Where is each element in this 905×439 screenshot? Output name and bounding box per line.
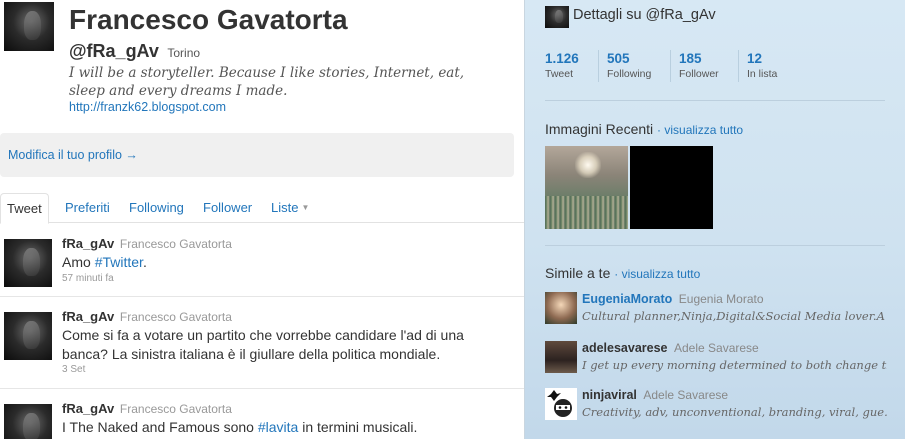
- tweet-text-part: in termini musicali.: [298, 419, 418, 435]
- similar-user-handle[interactable]: ninjaviral: [582, 388, 637, 402]
- edit-profile-link[interactable]: Modifica il tuo profilo →: [8, 148, 138, 162]
- tweet-timestamp[interactable]: 3 Set: [62, 364, 85, 375]
- similar-user-bio: I get up every morning determined to bot…: [582, 358, 887, 372]
- tab-liste[interactable]: Liste ▼: [265, 193, 315, 223]
- tweet-author-handle[interactable]: fRa_gAv: [62, 401, 114, 416]
- stat-follower[interactable]: 185 Follower: [679, 51, 719, 80]
- tweet-avatar[interactable]: [4, 239, 52, 287]
- similar-user-header: ninjaviral Adele Savarese: [582, 388, 728, 402]
- stat-divider: [598, 50, 599, 82]
- tab-liste-label: Liste: [271, 200, 299, 215]
- section-divider: [545, 245, 885, 246]
- stat-following-count: 505: [607, 51, 630, 66]
- tweet-item[interactable]: fRa_gAv Francesco Gavatorta Amo #Twitter…: [0, 224, 524, 297]
- similar-user-name: Eugenia Morato: [678, 292, 764, 306]
- stat-divider: [738, 50, 739, 82]
- similar-user-bio: Creativity, adv, unconventional, brandin…: [582, 405, 887, 419]
- hashtag-link[interactable]: #Twitter: [95, 254, 143, 270]
- similar-user-avatar[interactable]: [545, 341, 577, 373]
- tweet-author-handle[interactable]: fRa_gAv: [62, 309, 114, 324]
- section-divider: [545, 100, 885, 101]
- tweet-timestamp[interactable]: 57 minuti fa: [62, 273, 114, 284]
- profile-sidebar: Dettagli su @fRa_gAv 1.126 Tweet 505 Fol…: [524, 0, 905, 439]
- stat-tweet[interactable]: 1.126 Tweet: [545, 51, 579, 80]
- stat-following[interactable]: 505 Following: [607, 51, 651, 80]
- hashtag-link[interactable]: #lavita: [258, 419, 298, 435]
- stat-listed-count: 12: [747, 51, 763, 66]
- tab-preferiti[interactable]: Preferiti: [59, 193, 116, 223]
- profile-handle: @fRa_gAv: [69, 41, 159, 61]
- similar-user-header: adelesavarese Adele Savarese: [582, 341, 759, 355]
- tweet-header: fRa_gAv Francesco Gavatorta: [62, 236, 232, 251]
- tweet-text-part: .: [142, 254, 147, 270]
- similar-title: Simile a te: [545, 265, 611, 281]
- tweet-text: Come si fa a votare un partito che vorre…: [62, 327, 464, 362]
- tweet-text-part: Amo: [62, 254, 95, 270]
- tab-tweet[interactable]: Tweet: [0, 193, 49, 224]
- similar-view-all-link[interactable]: · visualizza tutto: [614, 267, 700, 281]
- profile-avatar[interactable]: [4, 2, 54, 51]
- recent-image-thumbnail[interactable]: [630, 146, 713, 229]
- tab-follower[interactable]: Follower: [197, 193, 258, 223]
- recent-images-title: Immagini Recenti: [545, 121, 654, 137]
- profile-handle-row: @fRa_gAv Torino: [69, 41, 200, 62]
- stat-divider: [670, 50, 671, 82]
- tweet-item[interactable]: fRa_gAv Francesco Gavatorta I The Naked …: [0, 389, 524, 439]
- stat-listed[interactable]: 12 In lista: [747, 51, 777, 80]
- details-title: Dettagli su @fRa_gAv: [573, 7, 716, 23]
- profile-main-column: Francesco Gavatorta @fRa_gAv Torino I wi…: [0, 0, 524, 439]
- recent-images-header: Immagini Recenti · visualizza tutto: [545, 121, 743, 137]
- profile-name: Francesco Gavatorta: [69, 4, 348, 35]
- similar-user-name: Adele Savarese: [673, 341, 759, 355]
- recent-image-thumbnail[interactable]: [545, 146, 628, 229]
- stat-follower-label: Follower: [679, 68, 719, 80]
- recent-images-view-all-link[interactable]: · visualizza tutto: [657, 123, 743, 137]
- tweet-item[interactable]: fRa_gAv Francesco Gavatorta Come si fa a…: [0, 297, 524, 389]
- stat-tweet-label: Tweet: [545, 68, 574, 80]
- tweet-header: fRa_gAv Francesco Gavatorta: [62, 309, 232, 324]
- tweet-author-name: Francesco Gavatorta: [119, 310, 232, 324]
- tweet-avatar[interactable]: [4, 312, 52, 360]
- similar-user-bio: Cultural planner,Ninja,Digital&Social Me…: [582, 309, 887, 323]
- profile-bio: I will be a storyteller. Because I like …: [69, 65, 465, 99]
- similar-user-handle[interactable]: EugeniaMorato: [582, 292, 672, 306]
- similar-header: Simile a te · visualizza tutto: [545, 265, 700, 281]
- stat-listed-label: In lista: [747, 68, 778, 80]
- ninja-icon[interactable]: [545, 388, 577, 420]
- similar-user-avatar[interactable]: [545, 292, 577, 324]
- caret-down-icon: ▼: [301, 203, 310, 212]
- edit-profile-box: Modifica il tuo profilo →: [0, 133, 514, 177]
- profile-url-link[interactable]: http://franzk62.blogspot.com: [69, 100, 226, 114]
- tab-following[interactable]: Following: [123, 193, 190, 223]
- similar-user-handle[interactable]: adelesavarese: [582, 341, 668, 355]
- details-avatar: [545, 6, 569, 28]
- tweet-author-name: Francesco Gavatorta: [119, 402, 232, 416]
- profile-location: Torino: [167, 46, 201, 60]
- tweet-author-name: Francesco Gavatorta: [119, 237, 232, 251]
- stat-tweet-count: 1.126: [545, 51, 579, 66]
- tweet-text-part: I The Naked and Famous sono: [62, 419, 258, 435]
- similar-user-name: Adele Savarese: [643, 388, 729, 402]
- tweet-text: Amo #Twitter.: [62, 253, 502, 272]
- tweet-avatar[interactable]: [4, 404, 52, 439]
- stat-following-label: Following: [607, 68, 652, 80]
- similar-user-header: EugeniaMorato Eugenia Morato: [582, 292, 764, 306]
- tweet-header: fRa_gAv Francesco Gavatorta: [62, 401, 232, 416]
- profile-tabs: Tweet Preferiti Following Follower Liste…: [0, 193, 524, 224]
- tweet-text: I The Naked and Famous sono #lavita in t…: [62, 418, 502, 437]
- stat-follower-count: 185: [679, 51, 702, 66]
- tweet-author-handle[interactable]: fRa_gAv: [62, 236, 114, 251]
